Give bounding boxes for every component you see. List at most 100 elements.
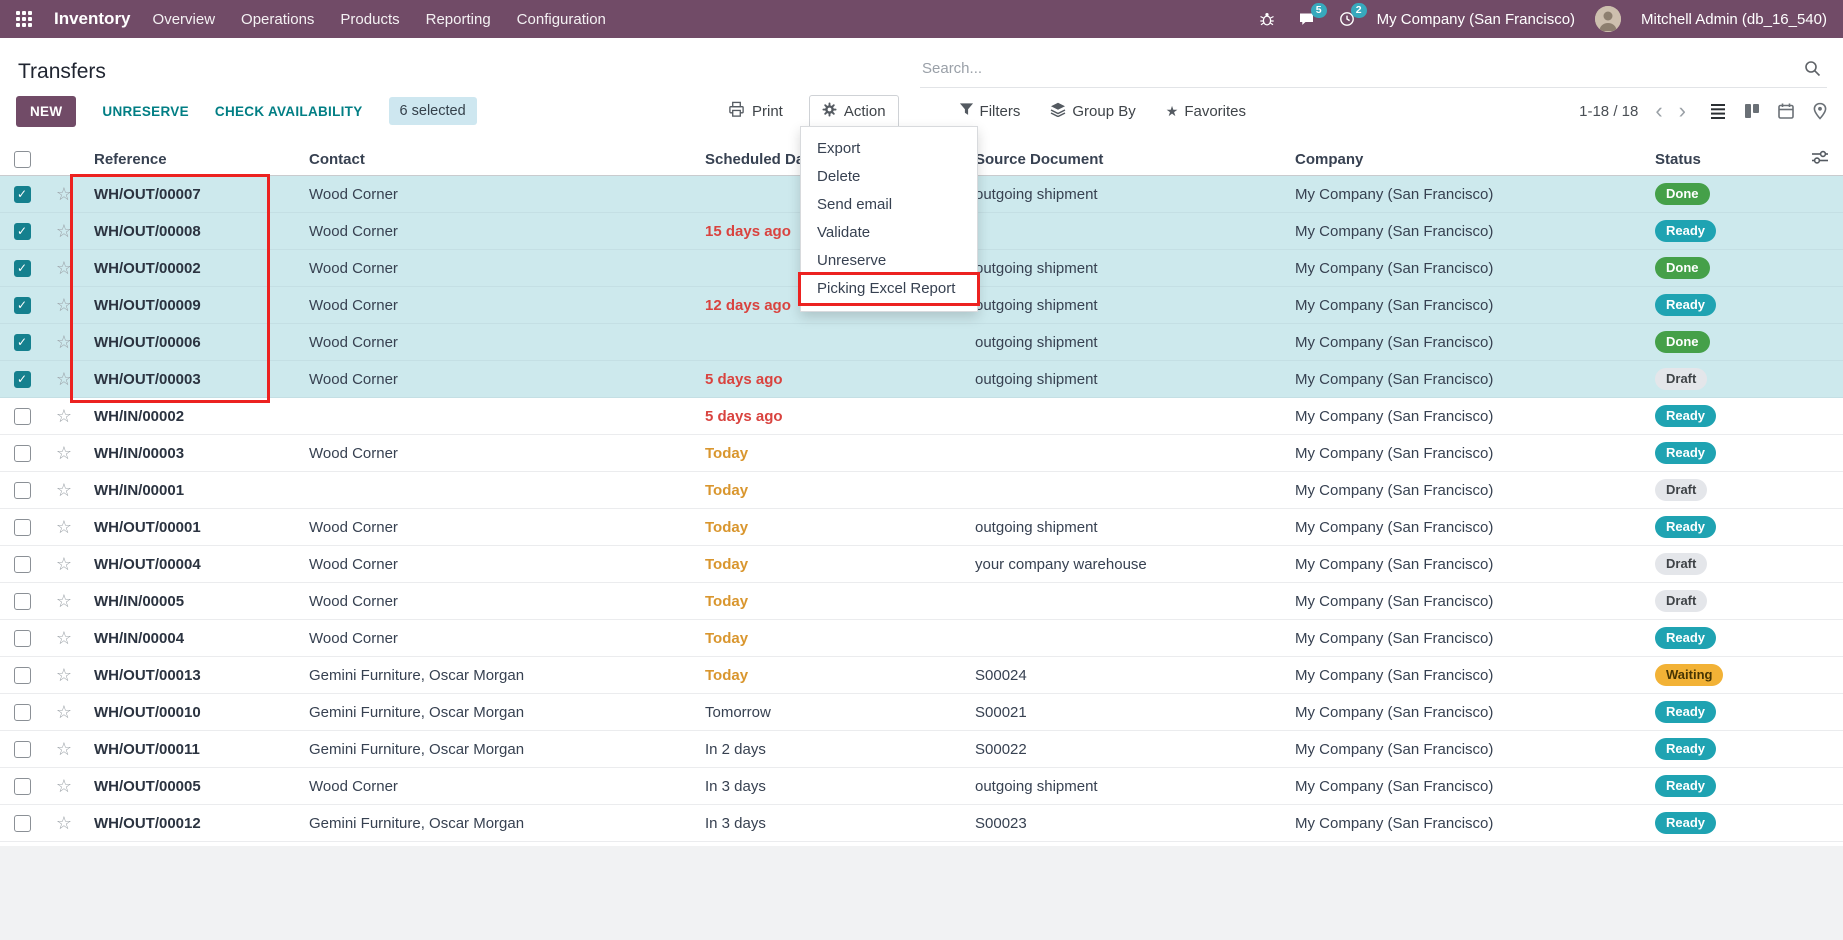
check-availability-button[interactable]: CHECK AVAILABILITY — [215, 104, 363, 119]
action-menu-item-validate[interactable]: Validate — [801, 219, 977, 247]
row-checkbox[interactable] — [14, 741, 31, 758]
group-by-button[interactable]: Group By — [1048, 96, 1137, 127]
menu-operations[interactable]: Operations — [241, 11, 314, 28]
header-contact[interactable]: Contact — [299, 151, 695, 168]
action-menu-item-delete[interactable]: Delete — [801, 163, 977, 191]
menu-reporting[interactable]: Reporting — [426, 11, 491, 28]
header-reference[interactable]: Reference — [84, 151, 299, 168]
star-icon[interactable]: ☆ — [56, 666, 72, 684]
print-button[interactable]: Print — [718, 95, 793, 128]
row-checkbox[interactable] — [14, 408, 31, 425]
table-row[interactable]: ☆WH/OUT/00012Gemini Furniture, Oscar Mor… — [0, 805, 1843, 842]
star-icon[interactable]: ☆ — [56, 444, 72, 462]
row-checkbox[interactable]: ✓ — [14, 334, 31, 351]
table-row[interactable]: ☆WH/OUT/00001Wood CornerTodayoutgoing sh… — [0, 509, 1843, 546]
pager-next-icon[interactable]: › — [1676, 100, 1689, 122]
row-checkbox[interactable] — [14, 482, 31, 499]
unreserve-button[interactable]: UNRESERVE — [102, 104, 188, 119]
star-icon[interactable]: ☆ — [56, 370, 72, 388]
new-button[interactable]: NEW — [16, 96, 76, 127]
table-row[interactable]: ☆WH/OUT/00005Wood CornerIn 3 daysoutgoin… — [0, 768, 1843, 805]
table-row[interactable]: ☆WH/OUT/00011Gemini Furniture, Oscar Mor… — [0, 731, 1843, 768]
star-icon[interactable]: ☆ — [56, 222, 72, 240]
action-menu-item-send-email[interactable]: Send email — [801, 191, 977, 219]
star-icon[interactable]: ☆ — [56, 185, 72, 203]
favorites-button[interactable]: ★ Favorites — [1164, 97, 1248, 126]
star-icon[interactable]: ☆ — [56, 629, 72, 647]
pager-prev-icon[interactable]: ‹ — [1652, 100, 1665, 122]
table-row[interactable]: ☆WH/OUT/00010Gemini Furniture, Oscar Mor… — [0, 694, 1843, 731]
row-checkbox[interactable]: ✓ — [14, 186, 31, 203]
star-icon[interactable]: ☆ — [56, 518, 72, 536]
star-icon[interactable]: ☆ — [56, 740, 72, 758]
action-menu-item-picking-excel-report[interactable]: Picking Excel Report — [801, 275, 977, 303]
row-checkbox[interactable] — [14, 778, 31, 795]
filters-button[interactable]: Filters — [957, 96, 1023, 126]
star-icon[interactable]: ☆ — [56, 296, 72, 314]
star-icon[interactable]: ☆ — [56, 703, 72, 721]
search-icon[interactable] — [1804, 60, 1821, 77]
table-row[interactable]: ☆WH/OUT/00013Gemini Furniture, Oscar Mor… — [0, 657, 1843, 694]
action-button[interactable]: Action — [809, 95, 899, 128]
star-icon[interactable]: ☆ — [56, 592, 72, 610]
table-row[interactable]: ✓☆WH/OUT/00003Wood Corner5 days agooutgo… — [0, 361, 1843, 398]
star-icon[interactable]: ☆ — [56, 407, 72, 425]
contact-cell: Wood Corner — [299, 186, 695, 203]
map-view-icon[interactable] — [1811, 102, 1829, 120]
adjust-columns-icon[interactable] — [1811, 149, 1829, 170]
header-source[interactable]: Source Document — [965, 151, 1285, 168]
row-checkbox[interactable] — [14, 667, 31, 684]
row-checkbox[interactable] — [14, 815, 31, 832]
row-checkbox[interactable] — [14, 519, 31, 536]
user-menu[interactable]: Mitchell Admin (db_16_540) — [1641, 11, 1827, 28]
table-row[interactable]: ☆WH/IN/00001TodayMy Company (San Francis… — [0, 472, 1843, 509]
table-row[interactable]: ☆WH/IN/00004Wood CornerTodayMy Company (… — [0, 620, 1843, 657]
kanban-view-icon[interactable] — [1743, 102, 1761, 120]
table-row[interactable]: ☆WH/OUT/00004Wood CornerTodayyour compan… — [0, 546, 1843, 583]
row-checkbox[interactable] — [14, 445, 31, 462]
debug-icon[interactable] — [1257, 9, 1277, 29]
action-menu-item-export[interactable]: Export — [801, 135, 977, 163]
header-company[interactable]: Company — [1285, 151, 1645, 168]
header-status[interactable]: Status — [1645, 151, 1795, 168]
apps-grid-icon[interactable] — [16, 11, 32, 27]
row-checkbox[interactable]: ✓ — [14, 371, 31, 388]
select-all-checkbox[interactable] — [14, 151, 31, 168]
status-badge: Ready — [1655, 516, 1716, 538]
status-badge: Done — [1655, 257, 1710, 279]
table-row[interactable]: ✓☆WH/OUT/00006Wood Corneroutgoing shipme… — [0, 324, 1843, 361]
star-icon[interactable]: ☆ — [56, 481, 72, 499]
star-icon[interactable]: ☆ — [56, 814, 72, 832]
row-checkbox[interactable] — [14, 593, 31, 610]
star-icon[interactable]: ☆ — [56, 333, 72, 351]
row-checkbox[interactable]: ✓ — [14, 297, 31, 314]
row-checkbox[interactable] — [14, 556, 31, 573]
messages-icon[interactable]: 5 — [1297, 9, 1317, 29]
star-icon[interactable]: ☆ — [56, 259, 72, 277]
company-switcher[interactable]: My Company (San Francisco) — [1377, 11, 1575, 28]
menu-products[interactable]: Products — [340, 11, 399, 28]
row-checkbox[interactable]: ✓ — [14, 223, 31, 240]
activities-clock-icon[interactable]: 2 — [1337, 9, 1357, 29]
star-icon[interactable]: ☆ — [56, 777, 72, 795]
app-brand[interactable]: Inventory — [54, 9, 131, 29]
reference-cell: WH/OUT/00012 — [84, 815, 299, 832]
action-menu-item-unreserve[interactable]: Unreserve — [801, 247, 977, 275]
table-row[interactable]: ☆WH/IN/00005Wood CornerTodayMy Company (… — [0, 583, 1843, 620]
row-checkbox[interactable]: ✓ — [14, 260, 31, 277]
table-row[interactable]: ☆WH/IN/00003Wood CornerTodayMy Company (… — [0, 435, 1843, 472]
row-checkbox[interactable] — [14, 704, 31, 721]
navbar-menus: Overview Operations Products Reporting Confi… — [153, 11, 606, 28]
table-row[interactable]: ☆WH/IN/000025 days agoMy Company (San Fr… — [0, 398, 1843, 435]
menu-overview[interactable]: Overview — [153, 11, 216, 28]
status-cell: Waiting — [1645, 664, 1795, 686]
user-avatar[interactable] — [1595, 6, 1621, 32]
search-bar[interactable] — [920, 50, 1827, 88]
list-view-icon[interactable] — [1709, 102, 1727, 120]
search-input[interactable] — [920, 59, 1804, 78]
company-cell: My Company (San Francisco) — [1285, 186, 1645, 203]
menu-configuration[interactable]: Configuration — [517, 11, 606, 28]
row-checkbox[interactable] — [14, 630, 31, 647]
calendar-view-icon[interactable] — [1777, 102, 1795, 120]
star-icon[interactable]: ☆ — [56, 555, 72, 573]
